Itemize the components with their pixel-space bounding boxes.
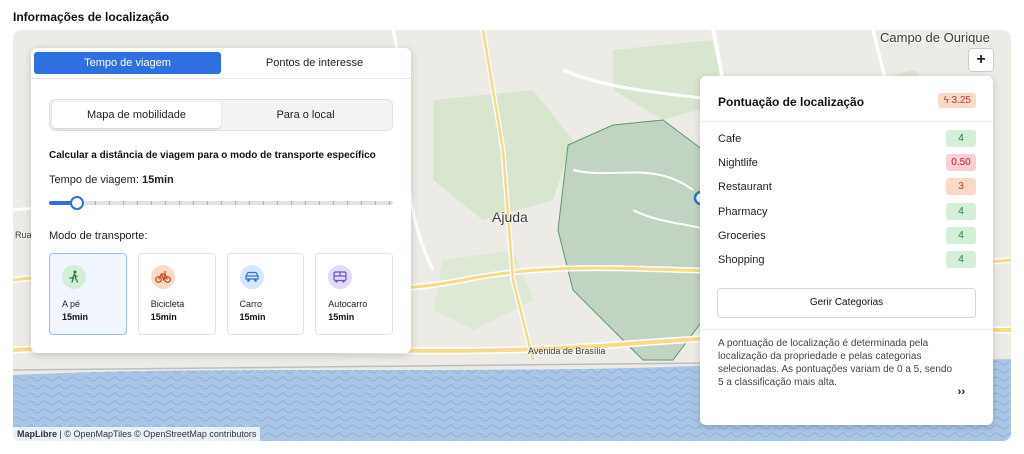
- mode-walk[interactable]: A pé 15min: [49, 253, 127, 335]
- slider-tick: [235, 201, 236, 205]
- mode-bus-name: Autocarro: [328, 299, 368, 309]
- category-name: Groceries: [718, 229, 766, 242]
- slider-tick: [249, 201, 250, 205]
- category-row: Pharmacy 4: [718, 202, 976, 221]
- location-score-panel: Pontuação de localização ϟ 3.25 Cafe 4 Nig…: [700, 76, 993, 425]
- section-title: Informações de localização: [13, 10, 170, 24]
- mode-walk-name: A pé: [62, 299, 81, 309]
- manage-categories-button[interactable]: Gerir Categorias: [717, 288, 976, 318]
- slider-tick: [95, 201, 96, 205]
- category-score-badge: 3: [946, 178, 976, 196]
- slider-tick: [305, 201, 306, 205]
- zoom-in-button[interactable]: +: [968, 48, 994, 72]
- slider-tick: [221, 201, 222, 205]
- category-name: Nightlife: [718, 157, 758, 170]
- category-row: Cafe 4: [718, 130, 976, 148]
- slider-tick: [165, 201, 166, 205]
- map-label-rua: Rua: [15, 230, 32, 240]
- walk-icon: [62, 265, 86, 289]
- mode-bus-time: 15min: [328, 312, 355, 322]
- mode-bike[interactable]: Bicicleta 15min: [137, 253, 216, 335]
- category-row: Shopping 4: [718, 251, 976, 269]
- slider-tick: [151, 201, 152, 205]
- slider-tick: [137, 201, 138, 205]
- category-name: Cafe: [718, 133, 742, 145]
- attribution-text: | © OpenMapTiles © OpenStreetMap contrib…: [57, 429, 257, 439]
- map-attribution[interactable]: MapLibre | © OpenMapTiles © OpenStreetMa…: [13, 427, 261, 441]
- expand-chevron-icon[interactable]: ››: [958, 386, 965, 398]
- slider-tick: [193, 201, 194, 205]
- travel-time-value: 15min: [141, 174, 174, 186]
- travel-panel: Tempo de viagem Pontos de interesse Mapa…: [31, 48, 411, 353]
- slider-tick: [389, 201, 390, 205]
- slider-tick: [263, 201, 264, 205]
- category-name: Pharmacy: [718, 205, 768, 218]
- mode-car[interactable]: Carro 15min: [226, 253, 305, 335]
- slider-tick: [291, 201, 292, 205]
- divider: [31, 78, 411, 79]
- transport-modes: A pé 15min Bicicleta 15min Carro 15min A…: [49, 253, 393, 335]
- bus-icon: [328, 265, 353, 289]
- mode-bike-time: 15min: [150, 312, 177, 322]
- tab-points-of-interest[interactable]: Pontos de interesse: [221, 52, 408, 74]
- category-row: Restaurant 3: [718, 178, 976, 196]
- tab-travel-time[interactable]: Tempo de viagem: [34, 52, 221, 74]
- map-label-avenida: Avenida de Brasília: [528, 346, 606, 356]
- panel-tabs: Tempo de viagem Pontos de interesse: [34, 52, 408, 74]
- mode-walk-time: 15min: [62, 312, 89, 322]
- mobility-segment-control: Mapa de mobilidade Para o local: [49, 99, 393, 131]
- divider: [700, 121, 993, 122]
- slider-tick: [207, 201, 208, 205]
- mode-bus[interactable]: Autocarro 15min: [315, 253, 393, 335]
- segment-mobility-map[interactable]: Mapa de mobilidade: [52, 102, 221, 128]
- category-name: Shopping: [718, 254, 765, 266]
- overall-score-badge: ϟ 3.25: [938, 93, 976, 108]
- slider-tick: [319, 201, 320, 205]
- mode-car-name: Carro: [239, 299, 263, 309]
- score-description: A pontuação de localização é determinada…: [718, 338, 953, 388]
- category-row: Groceries 4: [718, 226, 976, 245]
- travel-time-caption: Tempo de viagem:: [49, 174, 139, 186]
- slider-tick: [375, 201, 376, 205]
- car-icon: [239, 265, 264, 289]
- slider-tick: [333, 201, 334, 205]
- category-row: Nightlife 0.50: [718, 154, 976, 172]
- mode-car-time: 15min: [239, 312, 266, 322]
- category-score-badge: 4: [946, 202, 976, 220]
- mode-bike-name: Bicicleta: [150, 299, 185, 309]
- slider-tick: [361, 201, 362, 205]
- map-label-campo-de-ourique: Campo de Ourique: [880, 30, 990, 45]
- category-name: Restaurant: [718, 181, 772, 194]
- bolt-icon: ϟ: [943, 95, 949, 106]
- bike-icon: [150, 265, 175, 289]
- slider-tick: [179, 201, 180, 205]
- location-score-title: Pontuação de localização: [718, 95, 865, 109]
- slider-tick: [277, 201, 278, 205]
- maplibre-link[interactable]: MapLibre: [17, 429, 57, 439]
- segment-to-location[interactable]: Para o local: [221, 102, 390, 128]
- category-score-badge: 0.50: [946, 154, 976, 172]
- category-score-badge: 4: [946, 251, 976, 268]
- map-label-ajuda: Ajuda: [492, 209, 528, 225]
- slider-tick: [347, 201, 348, 205]
- calc-title: Calcular a distância de viagem para o mo…: [49, 150, 376, 161]
- divider: [700, 329, 993, 330]
- slider-tick: [109, 201, 110, 205]
- category-score-badge: 4: [946, 226, 976, 244]
- overall-score-value: 3.25: [951, 95, 971, 106]
- travel-time-slider[interactable]: [49, 196, 393, 210]
- slider-thumb[interactable]: [69, 196, 84, 210]
- mode-label: Modo de transporte:: [49, 230, 148, 242]
- travel-time-label: Tempo de viagem: 15min: [49, 174, 174, 186]
- category-score-badge: 4: [946, 130, 976, 147]
- slider-tick: [123, 201, 124, 205]
